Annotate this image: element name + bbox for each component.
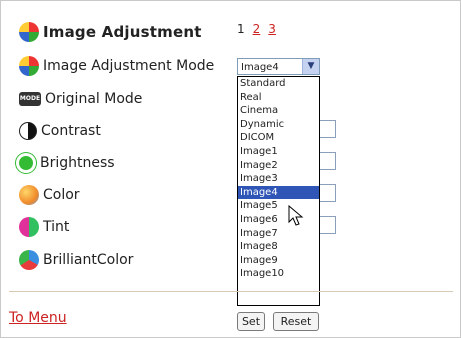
page-title: Image Adjustment — [43, 23, 202, 41]
page-1-current: 1 — [237, 22, 245, 36]
dropdown-option[interactable]: Cinema — [238, 104, 319, 118]
color-label: Color — [43, 187, 80, 203]
contrast-row: Contrast — [19, 118, 101, 144]
tint-input[interactable] — [319, 216, 336, 234]
colorwheel-icon — [19, 56, 39, 76]
mode-icon: MODE — [19, 92, 41, 106]
brightness-input[interactable] — [319, 152, 336, 170]
contrast-input[interactable] — [319, 120, 336, 138]
dropdown-option[interactable]: Image8 — [238, 240, 319, 254]
dropdown-option[interactable]: Image3 — [238, 172, 319, 186]
dropdown-option[interactable]: Standard — [238, 77, 319, 91]
page-navigation: 1 2 3 — [237, 22, 276, 36]
select-value: Image4 — [241, 62, 279, 73]
color-row: Color — [19, 182, 80, 208]
brightness-icon — [19, 156, 33, 170]
image-adjustment-mode-select[interactable]: Image4 ▼ — [237, 58, 320, 75]
image-adjustment-mode-label: Image Adjustment Mode — [43, 58, 215, 74]
tint-label: Tint — [43, 219, 70, 235]
dropdown-option[interactable]: Image5 — [238, 199, 319, 213]
dropdown-option[interactable]: Image9 — [238, 254, 319, 268]
image-adjustment-mode-dropdown[interactable]: Standard Real Cinema Dynamic DICOM Image… — [237, 76, 320, 306]
divider — [9, 291, 453, 292]
dropdown-option[interactable]: Dynamic — [238, 118, 319, 132]
brightness-row: Brightness — [19, 150, 115, 176]
brilliantcolor-icon — [19, 250, 39, 270]
dropdown-option[interactable]: Image1 — [238, 145, 319, 159]
tint-icon — [19, 217, 39, 237]
set-button[interactable]: Set — [237, 312, 265, 331]
brilliantcolor-row: BrilliantColor — [19, 247, 133, 273]
original-mode-label: Original Mode — [45, 91, 143, 107]
color-input[interactable] — [319, 184, 336, 202]
dropdown-option[interactable]: Real — [238, 91, 319, 105]
dropdown-option[interactable]: Image6 — [238, 213, 319, 227]
mouse-cursor-icon — [288, 205, 304, 226]
brilliantcolor-label: BrilliantColor — [43, 252, 134, 268]
dropdown-option[interactable]: Image7 — [238, 227, 319, 241]
colorwheel-icon — [19, 22, 39, 42]
original-mode-row: MODE Original Mode — [19, 86, 142, 112]
dropdown-option[interactable]: Image2 — [238, 159, 319, 173]
brightness-label: Brightness — [40, 155, 115, 171]
contrast-label: Contrast — [41, 123, 101, 139]
chevron-down-icon[interactable]: ▼ — [302, 59, 319, 74]
page-3-link[interactable]: 3 — [268, 22, 276, 36]
image-adjustment-mode-row: Image Adjustment Mode — [19, 53, 214, 79]
reset-button[interactable]: Reset — [273, 312, 319, 331]
page-2-link[interactable]: 2 — [253, 22, 261, 36]
color-icon — [19, 185, 39, 205]
tint-row: Tint — [19, 214, 69, 240]
title-row: Image Adjustment — [19, 19, 202, 45]
dropdown-option-selected[interactable]: Image4 — [238, 185, 319, 200]
contrast-icon — [19, 122, 37, 140]
image-adjustment-panel: Image Adjustment 1 2 3 Image Adjustment … — [0, 0, 461, 338]
dropdown-option[interactable]: Image10 — [238, 267, 319, 281]
dropdown-option[interactable]: DICOM — [238, 131, 319, 145]
to-menu-link[interactable]: To Menu — [9, 310, 67, 326]
